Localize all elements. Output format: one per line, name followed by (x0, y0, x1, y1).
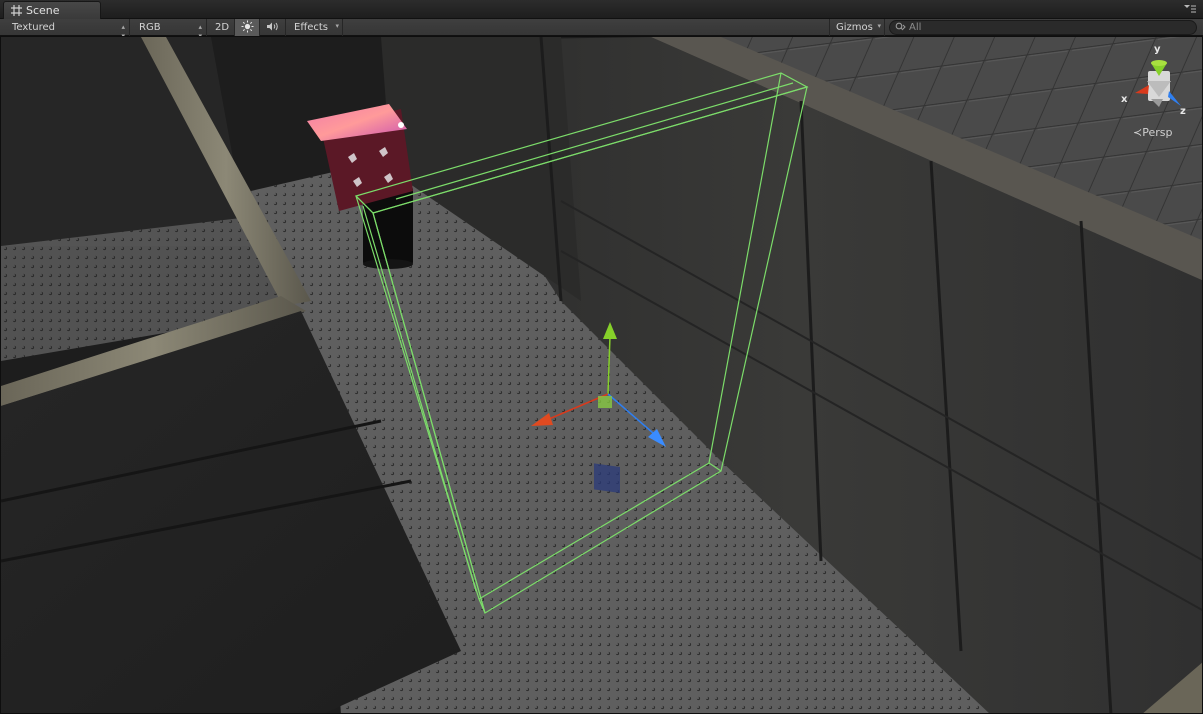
audio-toggle-button[interactable] (260, 19, 286, 36)
projection-label: Persp (1142, 126, 1173, 139)
sun-icon (241, 20, 254, 36)
tab-label: Scene (26, 4, 60, 17)
gizmos-label: Gizmos (836, 22, 873, 33)
search-input[interactable] (909, 22, 1189, 33)
chevron-down-icon: ▾ (877, 22, 881, 30)
projection-icon: ≺ (1133, 126, 1143, 139)
draw-mode-dropdown[interactable]: Textured ▴ ▾ (6, 19, 130, 40)
gizmos-dropdown[interactable]: Gizmos ▾ (829, 19, 885, 36)
effects-label: Effects (294, 22, 328, 33)
chevron-down-icon: ▾ (335, 22, 339, 30)
render-mode-dropdown[interactable]: RGB ▴ ▾ (133, 19, 207, 40)
projection-toggle[interactable]: ≺Persp (1133, 126, 1172, 139)
draw-mode-value: Textured (12, 22, 55, 33)
axis-z-label[interactable]: z (1180, 106, 1186, 117)
axis-x-label[interactable]: x (1121, 94, 1127, 105)
toggle-2d-button[interactable]: 2D (210, 19, 235, 36)
scene-viewport[interactable]: y x z ≺Persp (0, 36, 1203, 714)
scene-grid-icon (11, 5, 22, 16)
scene-toolbar: Textured ▴ ▾ RGB ▴ ▾ 2D Effects ▾ Gizmos ▾ (0, 19, 1203, 40)
window-menu-icon[interactable] (1183, 3, 1197, 15)
lighting-toggle-button[interactable] (235, 19, 260, 36)
effects-dropdown[interactable]: Effects ▾ (288, 19, 343, 36)
speaker-icon (266, 21, 280, 35)
hierarchy-search[interactable] (889, 20, 1197, 35)
tab-scene[interactable]: Scene (3, 1, 101, 19)
search-icon (895, 21, 906, 34)
tab-bar: Scene (0, 0, 1203, 19)
render-mode-value: RGB (139, 22, 161, 33)
scene-render (1, 37, 1202, 713)
axis-y-label[interactable]: y (1154, 44, 1161, 55)
toggle-2d-label: 2D (214, 22, 230, 33)
